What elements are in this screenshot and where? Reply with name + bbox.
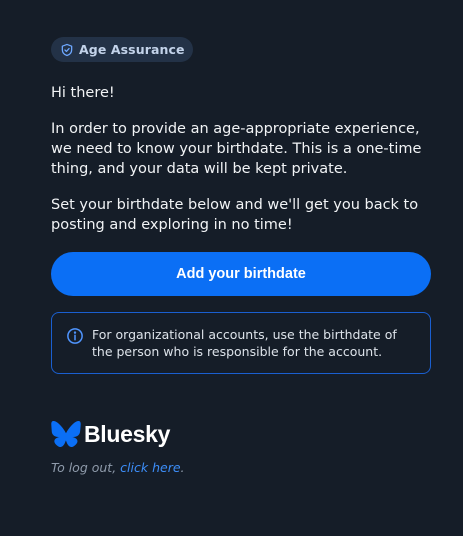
age-assurance-page: Age Assurance Hi there! In order to prov… [0,0,463,536]
add-birthdate-button[interactable]: Add your birthdate [51,252,431,296]
notice-text: For organizational accounts, use the bir… [92,327,397,359]
explanation-paragraph: In order to provide an age-appropriate e… [51,121,422,177]
greeting-text: Hi there! [51,85,115,101]
butterfly-logo-icon [51,421,81,447]
brand-name: Bluesky [84,420,171,447]
badge-label: Age Assurance [79,42,185,57]
logout-link[interactable]: click here [120,460,180,475]
organization-notice: For organizational accounts, use the bir… [51,312,431,374]
shield-check-icon [61,43,73,56]
instruction-paragraph: Set your birthdate below and we'll get y… [51,197,419,233]
logout-line: To log out, click here. [51,460,431,475]
age-assurance-badge: Age Assurance [51,37,193,62]
info-circle-icon [67,328,83,344]
bluesky-logo: Bluesky [51,420,431,448]
logout-prefix: To log out, [51,460,121,475]
logout-suffix: . [180,460,185,475]
